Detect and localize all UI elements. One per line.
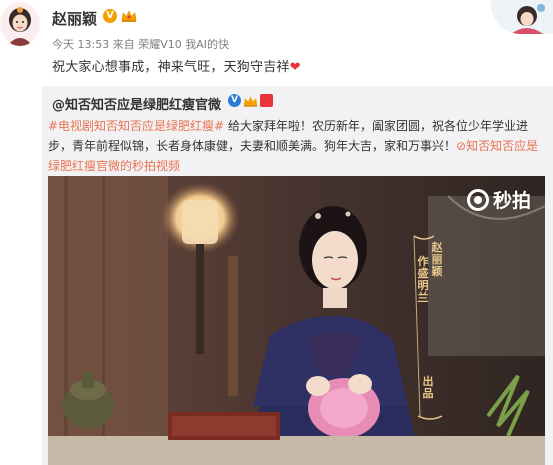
miaopai-label: 秒拍 xyxy=(492,190,531,212)
repost-body: #电视剧知否知否应是绿肥红瘦# 给大家拜年啦！农历新年，阖家团圆，祝各位少年学业… xyxy=(48,116,548,176)
repost-username[interactable]: @知否知否应是绿肥红瘦官微 xyxy=(52,94,221,113)
post-username[interactable]: 赵丽颖 xyxy=(52,8,97,29)
video-link-icon[interactable]: ⊘ xyxy=(456,139,466,153)
crown-icon xyxy=(243,96,258,107)
corner-avatar-thumbnail[interactable] xyxy=(491,0,553,34)
video-player[interactable]: 秒拍 赵丽颖 作盛明兰 出品 xyxy=(48,176,545,465)
miaopai-logo-icon xyxy=(466,189,489,211)
watermark-col-1: 赵丽颖 xyxy=(431,241,443,278)
video-frame xyxy=(48,176,545,465)
crown-icon xyxy=(121,10,137,22)
post-meta: 今天 13:53 来自 荣耀V10 我AI的快 xyxy=(52,38,229,51)
red-badge-icon xyxy=(260,94,273,107)
topic-tag-link[interactable]: #电视剧知否知否应是绿肥红瘦# xyxy=(48,119,224,133)
watermark-col-3: 出品 xyxy=(422,375,434,400)
weibo-post: 赵丽颖 V 今天 13:53 来自 荣耀V10 我AI的快 祝大家心想事成，神来… xyxy=(0,0,553,465)
post-text: 祝大家心想事成，神来气旺，天狗守吉祥❤ xyxy=(52,56,301,75)
user-avatar[interactable] xyxy=(0,2,40,46)
heart-icon: ❤ xyxy=(289,60,301,75)
watermark-col-2: 作盛明兰 xyxy=(417,255,429,304)
miaopai-watermark: 秒拍 xyxy=(466,186,531,213)
repost-card: @知否知否应是绿肥红瘦官微 V #电视剧知否知否应是绿肥红瘦# 给大家拜年啦！农… xyxy=(42,86,553,465)
post-text-content: 祝大家心想事成，神来气旺，天狗守吉祥 xyxy=(52,60,290,75)
verified-blue-badge-icon: V xyxy=(228,94,241,107)
verified-badge-icon: V xyxy=(103,9,117,23)
